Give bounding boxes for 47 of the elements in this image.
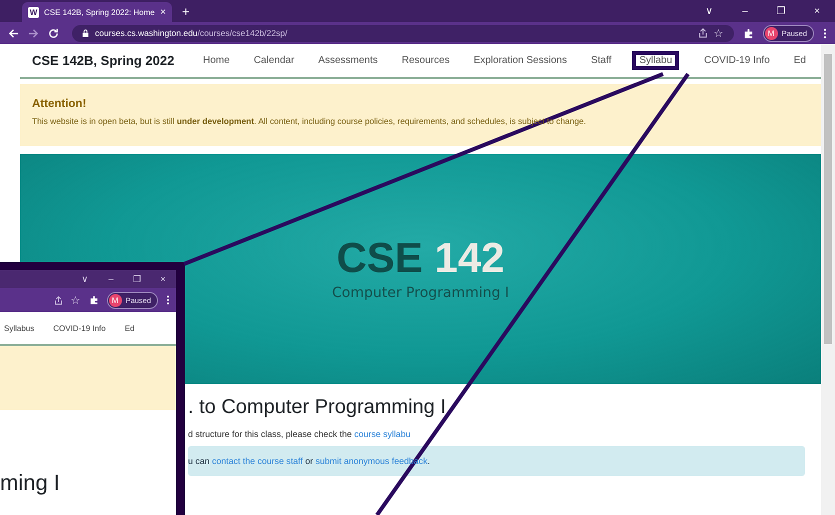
window-control[interactable]: ❐ [763, 5, 799, 17]
site-title[interactable]: CSE 142B, Spring 2022 [32, 53, 174, 68]
avatar: M [108, 294, 122, 306]
window-control: × [150, 274, 176, 284]
window-control: ❐ [124, 274, 150, 284]
hero-title: CSE 142 [336, 237, 505, 279]
menu-icon[interactable] [823, 28, 827, 38]
bookmark-star-icon: ☆ [70, 294, 81, 306]
nav-link[interactable]: Syllabu [632, 51, 680, 70]
lock-icon [82, 28, 89, 38]
nav-link[interactable]: COVID-19 Info [701, 53, 773, 68]
nav-link[interactable]: Staff [588, 53, 614, 68]
nav-link[interactable]: Assessments [315, 53, 381, 68]
window-control[interactable]: ∨ [691, 5, 727, 17]
nav-link[interactable]: Home [200, 53, 233, 68]
scrollbar[interactable] [821, 44, 835, 515]
share-icon[interactable] [698, 28, 708, 38]
intro-text: d structure for this class, please check the course syllabu [188, 429, 412, 439]
menu-icon [166, 295, 170, 305]
tab-title: CSE 142B, Spring 2022: Home [44, 8, 156, 16]
alert-title: Attention! [32, 98, 88, 110]
window-control[interactable]: × [799, 6, 835, 16]
back-icon[interactable] [8, 28, 19, 38]
url-text: courses.cs.washington.edu/courses/cse142b/22sp/ [95, 28, 288, 38]
share-icon [54, 296, 63, 304]
extensions-icon [88, 295, 99, 305]
nav-link[interactable]: Exploration Sessions [470, 53, 570, 68]
page-heading: ming I [0, 470, 61, 496]
address-bar[interactable]: courses.cs.washington.edu/courses/cse142b/22sp/ ☆ [72, 24, 734, 42]
nav-link[interactable]: Resources [398, 53, 453, 68]
nav-link[interactable]: Ed [790, 53, 809, 68]
nav-link[interactable]: Calendar [250, 53, 298, 68]
window-control[interactable]: – [727, 6, 763, 16]
window-control: ∨ [72, 274, 98, 284]
page-heading: . to Computer Programming I [188, 396, 447, 419]
syllabus-link[interactable]: course syllabu [354, 429, 410, 439]
bookmark-star-icon[interactable]: ☆ [714, 26, 724, 40]
browser-tab[interactable]: W CSE 142B, Spring 2022: Home × [22, 2, 172, 22]
reload-icon[interactable] [48, 28, 59, 38]
site-favicon: W [28, 6, 39, 18]
hero-subtitle: Computer Programming I [332, 285, 509, 301]
extensions-icon[interactable] [742, 28, 754, 38]
forward-icon[interactable] [28, 28, 39, 38]
close-tab-button[interactable]: × [160, 6, 166, 18]
window-control: – [98, 274, 124, 284]
new-tab-button[interactable]: + [182, 4, 190, 19]
avatar: M [764, 26, 778, 40]
